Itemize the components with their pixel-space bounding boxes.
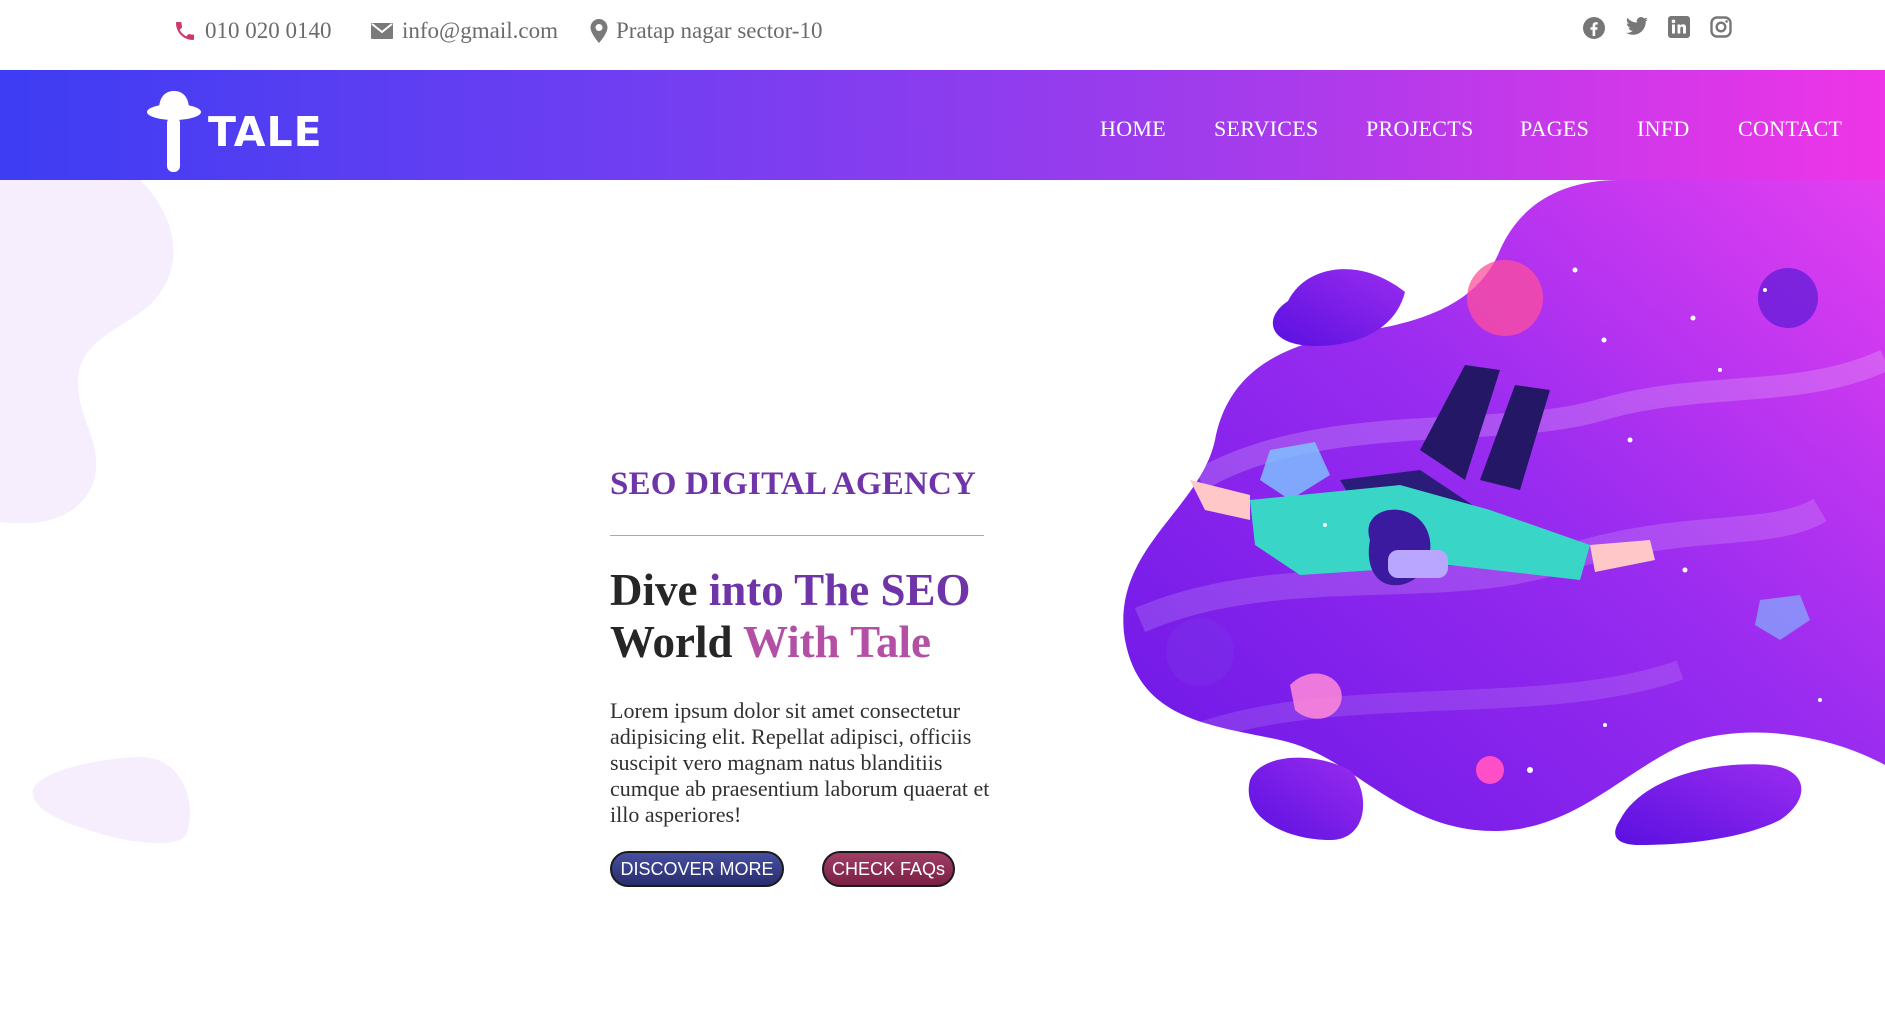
small-blob-bottom-right bbox=[1615, 764, 1802, 845]
envelope-icon bbox=[371, 23, 393, 39]
map-pin-icon bbox=[590, 19, 608, 43]
social-facebook[interactable] bbox=[1582, 16, 1606, 40]
small-blob-bottom-left bbox=[1248, 757, 1364, 840]
nav-services[interactable]: SERVICES bbox=[1214, 116, 1319, 142]
hat-figure-logo-icon bbox=[147, 91, 201, 172]
hero-description: Lorem ipsum dolor sit amet consectetur a… bbox=[610, 698, 990, 827]
hero-title-with-tale: With Tale bbox=[742, 617, 931, 667]
decorative-blob-bottom-left bbox=[32, 756, 190, 844]
social-instagram[interactable] bbox=[1710, 16, 1732, 38]
top-contact-bar: 010 020 0140 info@gmail.com Pratap nagar… bbox=[0, 0, 1885, 70]
nav-home[interactable]: HOME bbox=[1100, 116, 1166, 142]
hero-title-into-the-seo: into The SEO bbox=[708, 565, 971, 615]
hero-title-line-1: Dive into The SEO bbox=[610, 564, 971, 616]
hero-divider bbox=[610, 535, 984, 536]
brand-logo[interactable]: TALE bbox=[146, 90, 323, 174]
hero-title-word-dive: Dive bbox=[610, 565, 698, 615]
address-contact: Pratap nagar sector-10 bbox=[590, 18, 822, 44]
nav-pages[interactable]: PAGES bbox=[1520, 116, 1589, 142]
nav-contact[interactable]: CONTACT bbox=[1738, 116, 1842, 142]
twitter-icon[interactable] bbox=[1625, 16, 1649, 38]
nav-projects[interactable]: PROJECTS bbox=[1366, 116, 1474, 142]
hero-title-word-world: World bbox=[610, 617, 733, 667]
hero-subtitle: SEO DIGITAL AGENCY bbox=[610, 466, 977, 502]
phone-number: 010 020 0140 bbox=[205, 18, 332, 43]
nav-infd[interactable]: INFD bbox=[1637, 116, 1690, 142]
hero-title: Dive into The SEO World With Tale bbox=[610, 564, 971, 668]
discover-more-button[interactable]: DISCOVER MORE bbox=[610, 851, 784, 887]
check-faqs-button[interactable]: CHECK FAQs bbox=[822, 851, 955, 887]
decorative-blob-top-left bbox=[0, 180, 174, 524]
hero-illustration bbox=[1123, 180, 1885, 845]
email-address: info@gmail.com bbox=[402, 18, 558, 43]
email-contact[interactable]: info@gmail.com bbox=[370, 18, 558, 44]
social-linkedin[interactable] bbox=[1668, 16, 1690, 38]
hero-title-line-2: World With Tale bbox=[610, 616, 971, 668]
phone-contact[interactable]: 010 020 0140 bbox=[173, 18, 332, 44]
linkedin-icon[interactable] bbox=[1668, 16, 1690, 38]
facebook-icon[interactable] bbox=[1582, 16, 1606, 40]
social-twitter[interactable] bbox=[1625, 16, 1649, 38]
phone-icon bbox=[176, 22, 194, 40]
main-navbar: TALE HOME SERVICES PROJECTS PAGES INFD C… bbox=[0, 70, 1885, 180]
brand-name: TALE bbox=[208, 108, 323, 156]
street-address: Pratap nagar sector-10 bbox=[616, 18, 823, 43]
instagram-icon[interactable] bbox=[1710, 16, 1732, 38]
